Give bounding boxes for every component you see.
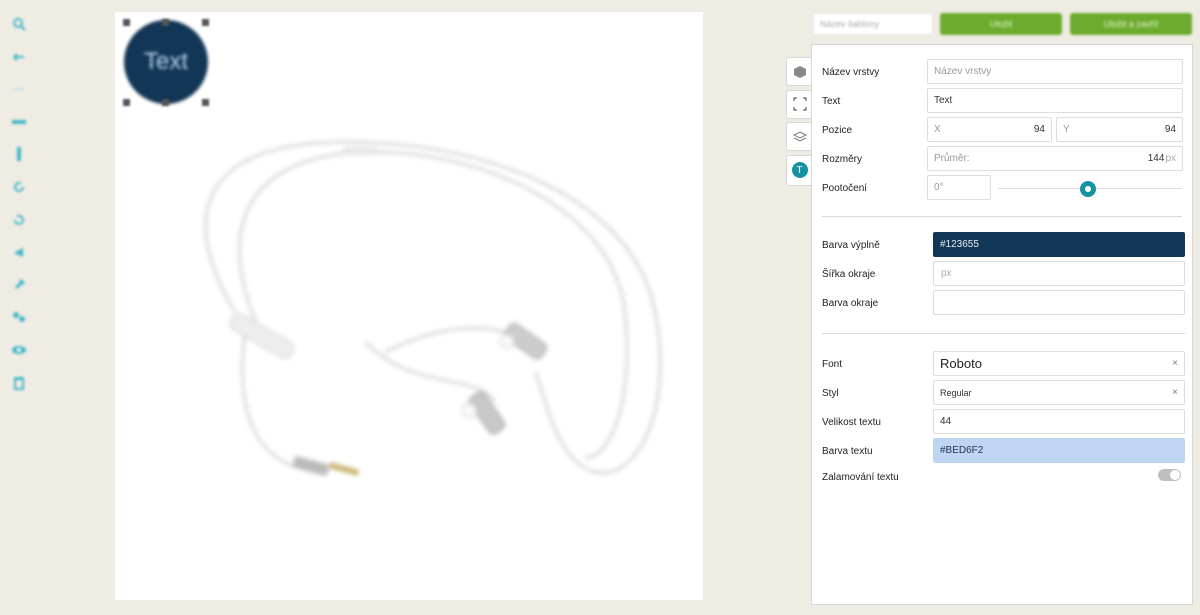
- border-color-input[interactable]: [933, 290, 1185, 315]
- design-canvas[interactable]: Text: [115, 12, 703, 600]
- text-tab-icon: T: [791, 162, 808, 178]
- style-clear-icon[interactable]: ×: [1172, 387, 1178, 398]
- trash-icon[interactable]: [8, 371, 30, 395]
- fill-color-label: Barva výplně: [822, 240, 880, 251]
- font-label: Font: [822, 359, 843, 370]
- save-close-button[interactable]: Uložit a zavřít: [1070, 13, 1192, 35]
- divider: [822, 216, 1182, 217]
- text-circle-layer[interactable]: Text: [124, 20, 208, 104]
- tab-layers[interactable]: [786, 122, 812, 151]
- horizontal-line-icon[interactable]: [8, 110, 30, 134]
- layer-name-label: Název vrstvy: [822, 67, 880, 78]
- flip-icon[interactable]: [8, 240, 30, 264]
- rotation-input[interactable]: 0°: [927, 175, 991, 200]
- cube-icon: [793, 65, 806, 78]
- text-input[interactable]: Text: [927, 88, 1183, 113]
- diameter-input[interactable]: Průměr: 144 px: [927, 146, 1183, 171]
- link-icon[interactable]: [8, 305, 30, 329]
- position-x-value: 94: [1033, 124, 1045, 135]
- text-color-label: Barva textu: [822, 446, 873, 457]
- position-y-label: Y: [1063, 124, 1070, 135]
- panel-tabs: T: [786, 57, 812, 189]
- text-size-value: 44: [940, 416, 952, 427]
- fill-color-input[interactable]: #123655: [933, 232, 1185, 257]
- rotation-slider-thumb[interactable]: [1080, 181, 1096, 197]
- fill-color-value: #123655: [940, 239, 979, 250]
- border-width-input[interactable]: px: [933, 261, 1185, 286]
- border-width-unit: px: [941, 268, 952, 279]
- layers-icon: [792, 130, 807, 142]
- layer-name-placeholder: Název vrstvy: [934, 66, 992, 77]
- vertical-line-icon[interactable]: [8, 142, 30, 166]
- size-label: Rozměry: [822, 154, 863, 165]
- pin-icon[interactable]: [8, 273, 30, 297]
- text-size-input[interactable]: 44: [933, 409, 1185, 434]
- wrap-label: Zalamování textu: [822, 472, 899, 483]
- diameter-unit: px: [1165, 153, 1176, 164]
- eye-icon[interactable]: [8, 338, 30, 362]
- tab-frame[interactable]: [786, 89, 812, 119]
- text-label: Text: [822, 96, 841, 107]
- resize-handle-top[interactable]: [162, 19, 169, 26]
- rotate-left-icon[interactable]: [8, 208, 30, 232]
- undo-icon[interactable]: [8, 45, 30, 69]
- position-x-input[interactable]: X 94: [927, 117, 1052, 142]
- style-select[interactable]: Regular ×: [933, 380, 1185, 405]
- border-width-label: Šířka okraje: [822, 269, 876, 280]
- circle-text: Text: [143, 48, 188, 75]
- rotation-label: Pootočení: [822, 183, 868, 194]
- resize-handle-bottom-left[interactable]: [123, 99, 130, 106]
- style-value: Regular: [940, 387, 972, 398]
- font-select[interactable]: Roboto ×: [933, 351, 1185, 376]
- font-value: Roboto: [940, 356, 982, 371]
- template-name-input[interactable]: Název šablony: [813, 13, 933, 35]
- resize-handle-top-left[interactable]: [123, 19, 130, 26]
- redo-icon[interactable]: [8, 77, 30, 101]
- fullscreen-icon: [792, 97, 807, 111]
- style-label: Styl: [822, 388, 839, 399]
- text-color-input[interactable]: #BED6F2: [933, 438, 1185, 463]
- diameter-placeholder: Průměr:: [934, 153, 970, 164]
- text-size-label: Velikost textu: [822, 417, 881, 428]
- tool-strip: [8, 12, 30, 403]
- text-value: Text: [934, 95, 953, 106]
- position-y-input[interactable]: Y 94: [1056, 117, 1183, 142]
- resize-handle-bottom[interactable]: [162, 99, 169, 106]
- zoom-icon[interactable]: [8, 12, 30, 36]
- position-x-label: X: [934, 124, 941, 135]
- position-label: Pozice: [822, 125, 853, 136]
- properties-panel: Název vrstvy Název vrstvy Text Text Pozi…: [811, 44, 1193, 605]
- position-y-value: 94: [1164, 124, 1176, 135]
- diameter-value: 144: [1147, 153, 1165, 164]
- save-button[interactable]: Uložit: [940, 13, 1062, 35]
- resize-handle-bottom-right[interactable]: [202, 99, 209, 106]
- wrap-toggle[interactable]: [1158, 469, 1181, 481]
- resize-handle-top-right[interactable]: [202, 19, 209, 26]
- divider: [822, 333, 1185, 334]
- rotation-value: 0°: [934, 182, 944, 193]
- tab-text[interactable]: T: [786, 154, 812, 186]
- rotate-right-icon[interactable]: [8, 175, 30, 199]
- font-clear-icon[interactable]: ×: [1172, 358, 1178, 369]
- border-color-label: Barva okraje: [822, 298, 879, 309]
- text-color-value: #BED6F2: [940, 445, 984, 456]
- tab-object[interactable]: [786, 57, 812, 86]
- layer-name-input[interactable]: Název vrstvy: [927, 59, 1183, 84]
